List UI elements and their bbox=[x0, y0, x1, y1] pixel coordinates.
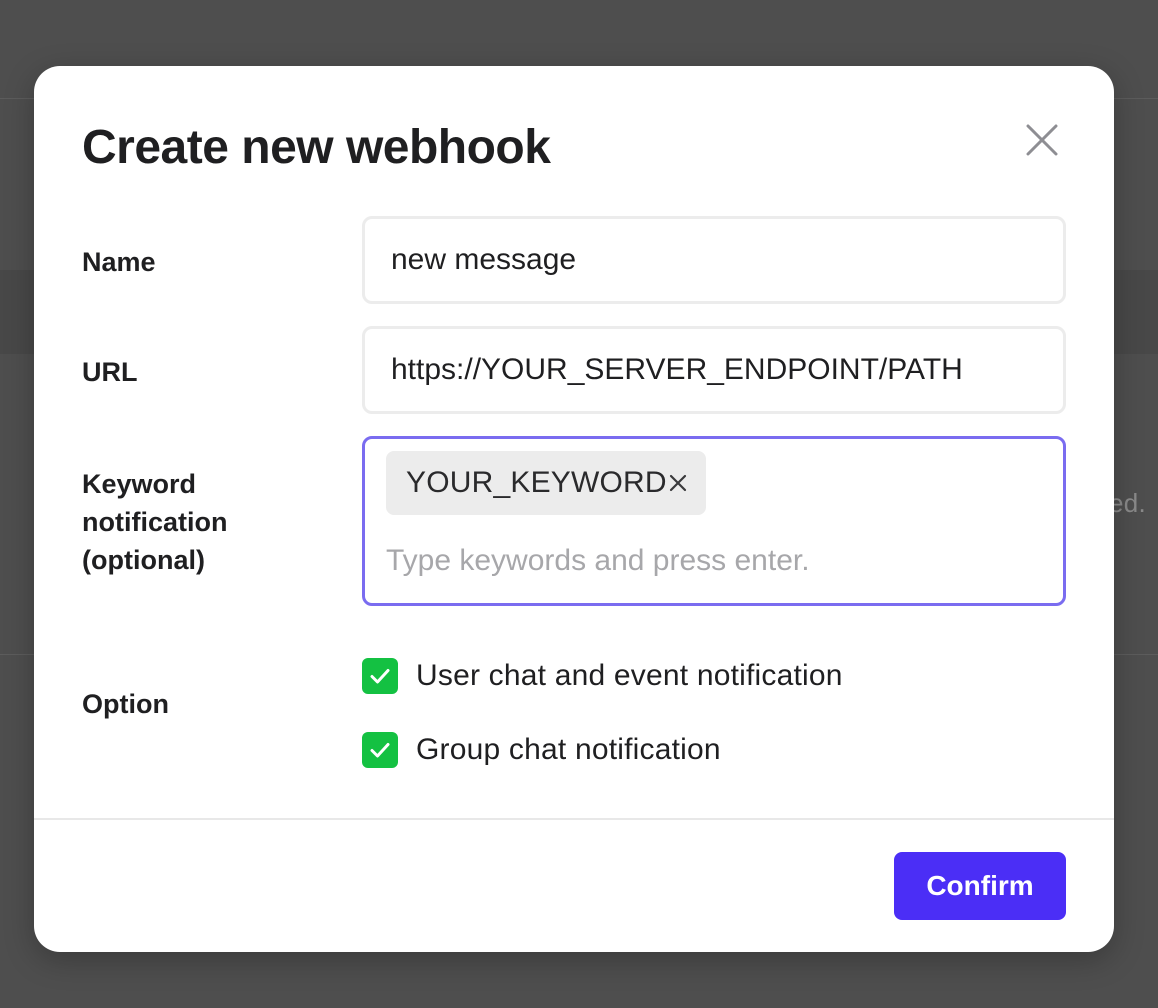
keyword-chip-text: YOUR_KEYWORD bbox=[406, 466, 667, 499]
keyword-label: Keyword notification (optional) bbox=[82, 465, 302, 579]
group-chat-checkbox[interactable] bbox=[362, 732, 398, 768]
keyword-label-line: notification bbox=[82, 507, 228, 537]
option-label: Option bbox=[82, 689, 169, 719]
user-chat-checkbox[interactable] bbox=[362, 658, 398, 694]
close-icon[interactable] bbox=[1020, 118, 1064, 162]
keyword-label-line: (optional) bbox=[82, 545, 205, 575]
remove-keyword-icon[interactable] bbox=[667, 472, 689, 494]
create-webhook-modal: Create new webhook Name URL Keyword noti… bbox=[34, 66, 1114, 952]
confirm-button[interactable]: Confirm bbox=[894, 852, 1066, 920]
keyword-tag-input[interactable]: YOUR_KEYWORD bbox=[362, 436, 1066, 606]
group-chat-option-label: Group chat notification bbox=[416, 733, 721, 766]
background-partial-text: ed. bbox=[1108, 488, 1146, 518]
checkmark-icon bbox=[370, 669, 390, 684]
user-chat-option-label: User chat and event notification bbox=[416, 659, 843, 692]
option-group-chat[interactable]: Group chat notification bbox=[362, 730, 721, 770]
keyword-chip: YOUR_KEYWORD bbox=[386, 451, 706, 515]
option-user-chat[interactable]: User chat and event notification bbox=[362, 656, 843, 696]
url-label: URL bbox=[82, 357, 138, 387]
keyword-label-line: Keyword bbox=[82, 469, 197, 499]
modal-title: Create new webhook bbox=[82, 121, 551, 174]
checkmark-icon bbox=[370, 743, 390, 758]
url-input[interactable] bbox=[362, 326, 1066, 414]
name-input[interactable] bbox=[362, 216, 1066, 304]
footer-divider bbox=[34, 818, 1114, 820]
keyword-input[interactable] bbox=[386, 539, 1026, 583]
name-label: Name bbox=[82, 247, 156, 277]
